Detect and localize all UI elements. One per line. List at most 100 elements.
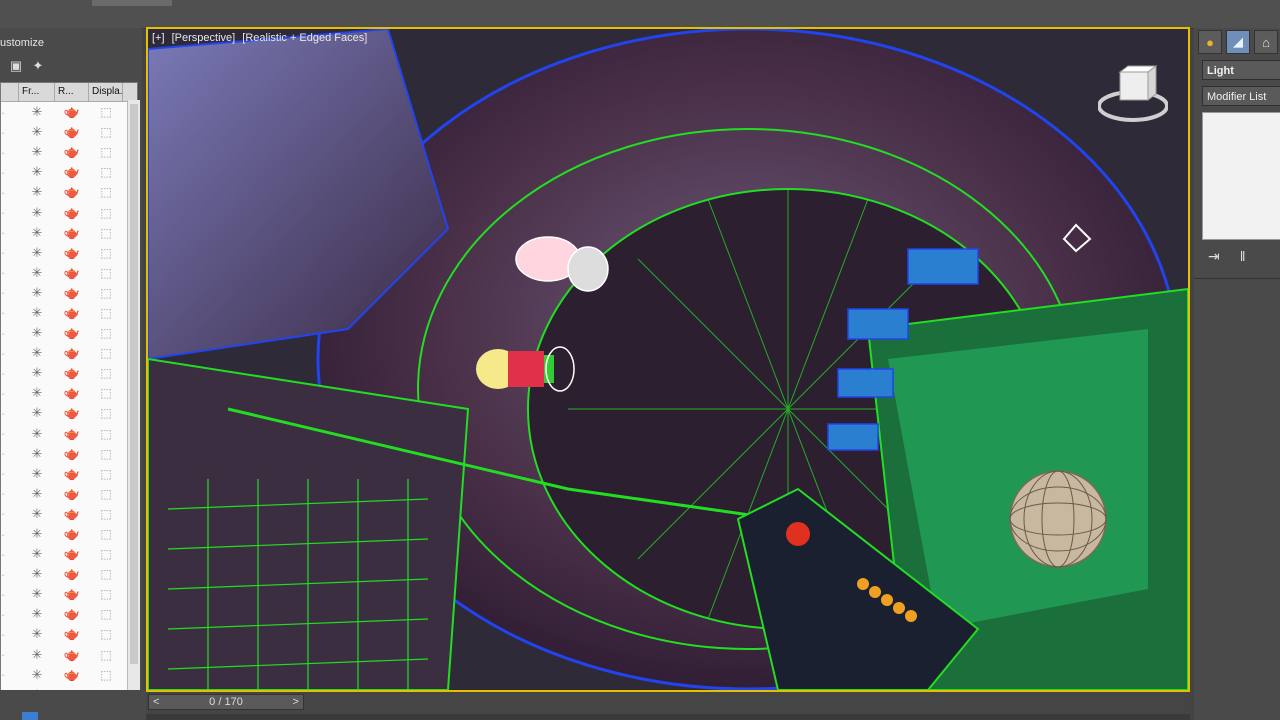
list-item[interactable]: · ✳🫖⬚ [1, 343, 137, 363]
column-header-render[interactable]: R... [55, 83, 89, 101]
render-teapot-icon[interactable]: 🫖 [55, 546, 89, 562]
hierarchy-tab-icon[interactable]: ⌂ [1254, 30, 1278, 54]
render-teapot-icon[interactable]: 🫖 [55, 526, 89, 542]
list-item[interactable]: · ✳🫖⬚ [1, 263, 137, 283]
time-slider[interactable]: < 0 / 170 > [148, 694, 304, 710]
freeze-icon[interactable]: ✳ [19, 265, 55, 281]
render-teapot-icon[interactable]: 🫖 [55, 405, 89, 421]
freeze-icon[interactable]: ✳ [19, 164, 55, 180]
list-item[interactable]: · ✳🫖⬚ [1, 383, 137, 403]
freeze-icon[interactable]: ✳ [19, 626, 55, 642]
list-item[interactable]: · ✳🫖⬚ [1, 604, 137, 624]
display-box-icon[interactable]: ⬚ [89, 326, 123, 340]
display-box-icon[interactable]: ⬚ [89, 567, 123, 581]
render-teapot-icon[interactable]: 🫖 [55, 486, 89, 502]
display-box-icon[interactable]: ⬚ [89, 105, 123, 119]
freeze-icon[interactable]: ✳ [19, 184, 55, 200]
column-header-frozen[interactable]: Fr... [19, 83, 55, 101]
display-box-icon[interactable]: ⬚ [89, 668, 123, 682]
viewport-menu-plus[interactable]: [+] [152, 32, 165, 44]
list-item[interactable]: · ✳🫖⬚ [1, 645, 137, 665]
render-teapot-icon[interactable]: 🫖 [55, 446, 89, 462]
display-box-icon[interactable]: ⬚ [89, 627, 123, 641]
pin-stack-icon[interactable]: ⇥ [1208, 248, 1220, 265]
list-item[interactable]: · ✳🫖⬚ [1, 403, 137, 423]
display-box-icon[interactable]: ⬚ [89, 607, 123, 621]
freeze-icon[interactable]: ✳ [19, 426, 55, 442]
render-teapot-icon[interactable]: 🫖 [55, 305, 89, 321]
display-box-icon[interactable]: ⬚ [89, 185, 123, 199]
show-end-result-icon[interactable]: ‖ [1240, 248, 1246, 265]
time-prev-button[interactable]: < [153, 696, 159, 708]
list-item[interactable]: · ✳🫖⬚ [1, 544, 137, 564]
render-teapot-icon[interactable]: 🫖 [55, 144, 89, 160]
render-teapot-icon[interactable]: 🫖 [55, 626, 89, 642]
render-teapot-icon[interactable]: 🫖 [55, 506, 89, 522]
tab-hint[interactable] [92, 0, 172, 6]
freeze-icon[interactable]: ✳ [19, 365, 55, 381]
list-item[interactable]: · ✳🫖⬚ [1, 424, 137, 444]
freeze-icon[interactable]: ✳ [19, 305, 55, 321]
list-item[interactable]: · ✳🫖⬚ [1, 584, 137, 604]
list-item[interactable]: · ✳🫖⬚ [1, 464, 137, 484]
display-box-icon[interactable]: ⬚ [89, 406, 123, 420]
create-tab-icon[interactable]: ● [1198, 30, 1222, 54]
render-teapot-icon[interactable]: 🫖 [55, 184, 89, 200]
render-teapot-icon[interactable]: 🫖 [55, 566, 89, 582]
object-name-field[interactable]: Light [1202, 60, 1280, 80]
list-item[interactable]: · ✳🫖⬚ [1, 665, 137, 685]
list-item[interactable]: · ✳🫖⬚ [1, 162, 137, 182]
list-item[interactable]: · ✳🫖⬚ [1, 564, 137, 584]
render-teapot-icon[interactable]: 🫖 [55, 245, 89, 261]
render-teapot-icon[interactable]: 🫖 [55, 265, 89, 281]
display-box-icon[interactable]: ⬚ [89, 226, 123, 240]
freeze-icon[interactable]: ✳ [19, 566, 55, 582]
list-item[interactable]: · ✳🫖⬚ [1, 484, 137, 504]
viewcube[interactable] [1097, 64, 1169, 124]
new-layer-icon[interactable]: ▣ [8, 58, 24, 74]
list-item[interactable]: · ✳🫖⬚ [1, 524, 137, 544]
display-box-icon[interactable]: ⬚ [89, 246, 123, 260]
display-box-icon[interactable]: ⬚ [89, 145, 123, 159]
freeze-icon[interactable]: ✳ [19, 606, 55, 622]
render-teapot-icon[interactable]: 🫖 [55, 466, 89, 482]
render-teapot-icon[interactable]: 🫖 [55, 606, 89, 622]
display-box-icon[interactable]: ⬚ [89, 507, 123, 521]
display-box-icon[interactable]: ⬚ [89, 487, 123, 501]
display-box-icon[interactable]: ⬚ [89, 527, 123, 541]
render-teapot-icon[interactable]: 🫖 [55, 124, 89, 140]
modifier-stack[interactable] [1202, 112, 1280, 240]
list-item[interactable]: · ✳🫖⬚ [1, 283, 137, 303]
list-item[interactable]: · ✳🫖⬚ [1, 323, 137, 343]
column-header-name[interactable] [1, 83, 19, 101]
render-teapot-icon[interactable]: 🫖 [55, 426, 89, 442]
freeze-icon[interactable]: ✳ [19, 385, 55, 401]
explorer-scrollbar[interactable] [127, 100, 140, 690]
list-item[interactable]: · ✳🫖⬚ [1, 202, 137, 222]
freeze-icon[interactable]: ✳ [19, 325, 55, 341]
freeze-icon[interactable]: ✳ [19, 144, 55, 160]
freeze-icon[interactable]: ✳ [19, 405, 55, 421]
render-teapot-icon[interactable]: 🫖 [55, 647, 89, 663]
scrollbar-thumb[interactable] [130, 104, 138, 664]
display-box-icon[interactable]: ⬚ [89, 346, 123, 360]
freeze-icon[interactable]: ✳ [19, 526, 55, 542]
timeline-track[interactable] [146, 714, 1190, 720]
freeze-icon[interactable]: ✳ [19, 466, 55, 482]
list-item[interactable]: · ✳🫖⬚ [1, 122, 137, 142]
freeze-icon[interactable]: ✳ [19, 104, 55, 120]
display-box-icon[interactable]: ⬚ [89, 306, 123, 320]
render-teapot-icon[interactable]: 🫖 [55, 365, 89, 381]
render-teapot-icon[interactable]: 🫖 [55, 285, 89, 301]
list-item[interactable]: · ✳🫖⬚ [1, 444, 137, 464]
render-teapot-icon[interactable]: 🫖 [55, 345, 89, 361]
display-box-icon[interactable]: ⬚ [89, 467, 123, 481]
time-next-button[interactable]: > [293, 696, 299, 708]
render-teapot-icon[interactable]: 🫖 [55, 667, 89, 683]
freeze-icon[interactable]: ✳ [19, 285, 55, 301]
freeze-icon[interactable]: ✳ [19, 446, 55, 462]
render-teapot-icon[interactable]: 🫖 [55, 205, 89, 221]
freeze-icon[interactable]: ✳ [19, 546, 55, 562]
display-box-icon[interactable]: ⬚ [89, 206, 123, 220]
list-item[interactable]: · ✳🫖⬚ [1, 624, 137, 644]
